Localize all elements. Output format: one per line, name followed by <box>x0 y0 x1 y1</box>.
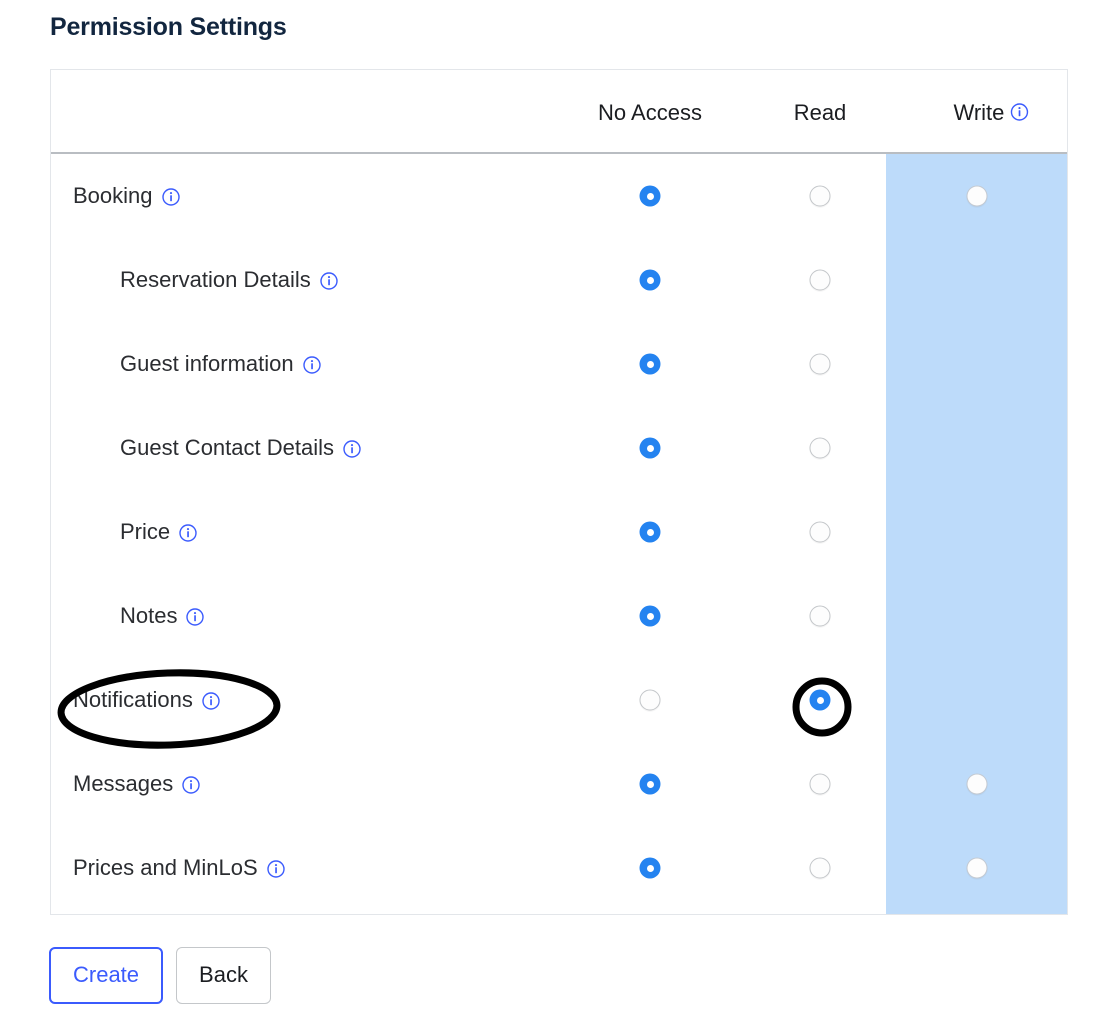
table-row: Notifications <box>51 658 1067 742</box>
table-row: Guest Contact Details <box>51 406 1067 490</box>
radio-write[interactable] <box>966 857 988 879</box>
row-label-text: Guest Contact Details <box>120 435 334 460</box>
info-icon[interactable] <box>266 860 285 878</box>
column-header-read: Read <box>793 100 847 125</box>
info-icon[interactable] <box>320 272 338 290</box>
info-icon[interactable] <box>182 776 200 794</box>
radio-no_access[interactable] <box>639 437 661 459</box>
create-button[interactable]: Create <box>49 947 164 1004</box>
info-icon[interactable] <box>186 608 205 626</box>
radio-read[interactable] <box>809 521 831 543</box>
radio-no_access[interactable] <box>639 689 661 711</box>
row-label: Reservation Details <box>120 267 338 293</box>
radio-no_access[interactable] <box>639 185 661 207</box>
table-row: Booking <box>51 154 1067 238</box>
radio-write[interactable] <box>966 185 988 207</box>
row-label: Prices and MinLoS <box>73 855 285 881</box>
row-label: Booking <box>73 183 180 209</box>
radio-no_access[interactable] <box>639 521 661 543</box>
back-button[interactable]: Back <box>176 947 271 1004</box>
table-row: Notes <box>51 574 1067 658</box>
table-row: Price <box>51 490 1067 574</box>
info-icon[interactable] <box>343 440 361 458</box>
row-label: Messages <box>73 771 200 797</box>
radio-read[interactable] <box>809 185 831 207</box>
radio-read[interactable] <box>809 773 831 795</box>
row-label-text: Price <box>120 519 171 544</box>
info-icon[interactable] <box>302 356 321 374</box>
column-header-write-label: Write <box>953 100 1005 125</box>
column-header-write: Write <box>953 100 1029 126</box>
row-label: Price <box>120 519 197 545</box>
footer-actions: Create Back <box>49 947 271 1004</box>
info-icon[interactable] <box>1010 103 1029 121</box>
radio-no_access[interactable] <box>639 269 661 291</box>
row-label-text: Guest information <box>120 351 294 376</box>
info-icon[interactable] <box>161 188 180 206</box>
table-row: Guest information <box>51 322 1067 406</box>
info-icon[interactable] <box>202 692 220 710</box>
row-label-text: Notes <box>120 603 178 628</box>
table-row: Reservation Details <box>51 238 1067 322</box>
table-row: Prices and MinLoS <box>51 826 1067 910</box>
radio-read[interactable] <box>809 269 831 291</box>
page-title: Permission Settings <box>50 13 287 41</box>
radio-read[interactable] <box>809 857 831 879</box>
table-body: Booking Reservation Details Guest informat… <box>51 154 1067 914</box>
radio-read[interactable] <box>809 689 831 711</box>
radio-read[interactable] <box>809 437 831 459</box>
row-label: Guest Contact Details <box>120 435 361 461</box>
radio-read[interactable] <box>809 353 831 375</box>
radio-no_access[interactable] <box>639 605 661 627</box>
column-header-no-access: No Access <box>598 100 702 125</box>
table-row: Messages <box>51 742 1067 826</box>
row-label-text: Reservation Details <box>120 267 311 292</box>
radio-no_access[interactable] <box>639 353 661 375</box>
row-label: Guest information <box>120 351 321 377</box>
permission-settings-page: Permission Settings No Access Read Write… <box>0 0 1094 1020</box>
permissions-table: No Access Read Write Booking Reservation … <box>50 69 1068 915</box>
radio-read[interactable] <box>809 605 831 627</box>
row-label: Notes <box>120 603 205 629</box>
radio-no_access[interactable] <box>639 773 661 795</box>
table-header-row: No Access Read Write <box>51 70 1067 154</box>
radio-no_access[interactable] <box>639 857 661 879</box>
info-icon[interactable] <box>179 524 197 542</box>
row-label-text: Notifications <box>73 687 193 712</box>
row-label-text: Prices and MinLoS <box>73 855 258 880</box>
row-label: Notifications <box>73 687 220 713</box>
row-label-text: Booking <box>73 183 153 208</box>
row-label-text: Messages <box>73 771 174 796</box>
radio-write[interactable] <box>966 773 988 795</box>
